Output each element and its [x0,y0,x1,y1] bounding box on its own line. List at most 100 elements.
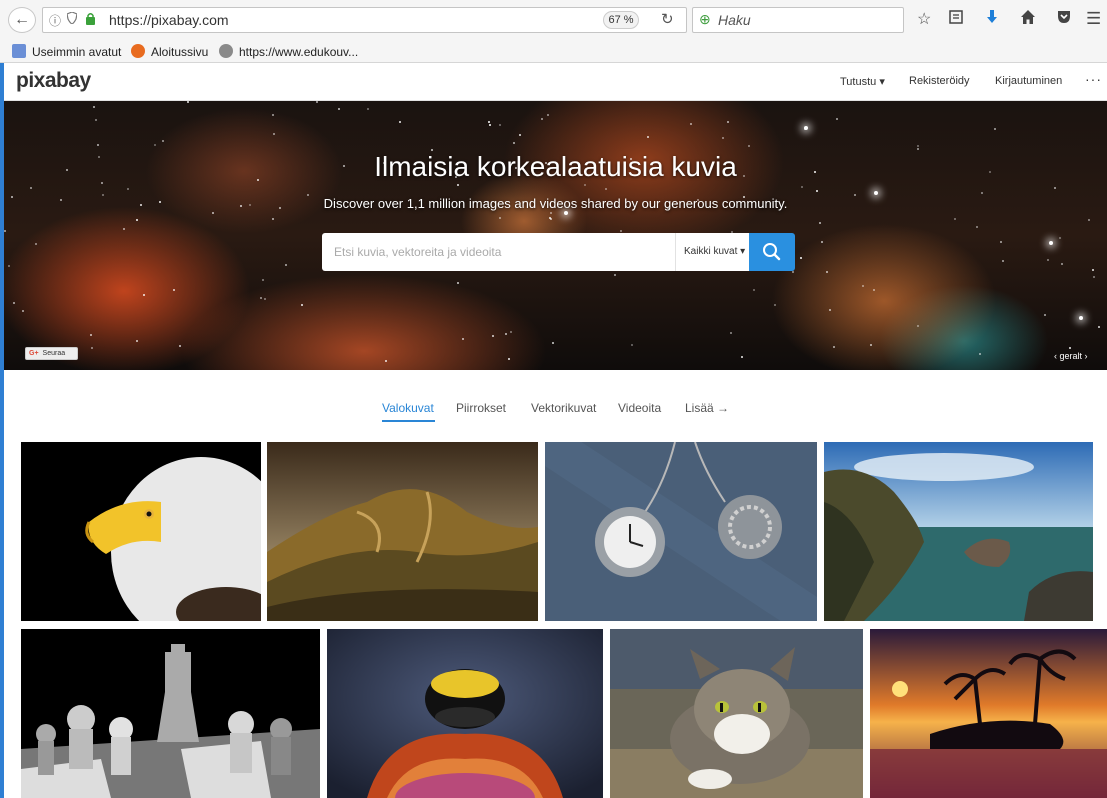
star-dot [260,297,262,299]
star-dot [272,218,274,220]
photo-hills[interactable] [267,442,538,621]
home-icon[interactable] [1020,9,1036,30]
image-search-input[interactable] [322,233,675,271]
pocket-icon[interactable] [1056,9,1072,30]
photo-pocket-watches[interactable] [545,442,817,621]
nav-login[interactable]: Kirjautuminen [995,75,1062,87]
bookmark-start-page[interactable]: Aloitussivu [131,44,208,59]
star-dot [1044,314,1046,316]
bookmark-edukouvola[interactable]: https://www.edukouv... [219,44,358,59]
tab-photos[interactable]: Valokuvat [382,401,434,415]
star-dot [272,114,274,116]
star-dot [35,243,37,245]
tracking-shield-icon[interactable] [66,11,78,27]
star-dot [552,342,554,344]
browser-search-bar[interactable]: ⊕ Haku [692,7,904,33]
star-dot [264,298,266,300]
hero-banner: Ilmaisia korkealaatuisia kuvia Discover … [4,101,1107,370]
hamburger-menu-icon[interactable]: ☰ [1086,9,1101,29]
photo-eagle[interactable] [21,442,261,621]
tab-vectors[interactable]: Vektorikuvat [531,401,596,415]
bookmark-most-visited[interactable]: Useimmin avatut [12,44,121,59]
star-dot [819,222,821,224]
star-dot [550,212,552,214]
photo-chess[interactable] [21,629,320,798]
reload-icon[interactable]: ↻ [661,10,674,28]
star-dot [492,335,494,337]
star-dot [1047,259,1049,261]
url-text[interactable]: https://pixabay.com [109,12,229,28]
image-search-form: Kaikki kuvat ▾ [322,233,795,271]
star-dot [741,356,743,358]
star-dot [22,310,24,312]
photo-cat[interactable] [610,629,863,798]
star-dot [1000,241,1002,243]
browser-search-placeholder: Haku [718,12,751,28]
nav-register[interactable]: Rekisteröidy [909,75,970,87]
reading-list-icon[interactable] [948,9,964,30]
star-dot [136,340,138,342]
photo-bumblebee[interactable] [327,629,603,798]
pixabay-logo[interactable]: pixabay [16,69,91,93]
star-dot [462,338,464,340]
bright-star [804,126,808,130]
star-dot [489,124,491,126]
star-dot [399,121,401,123]
star-dot [792,271,794,273]
tab-videos[interactable]: Videoita [618,401,661,415]
star-dot [870,344,872,346]
bright-star [1079,316,1083,320]
star-dot [273,133,275,135]
zoom-level-badge[interactable]: 67 % [603,11,639,29]
photo-tropical-sunset[interactable] [870,629,1107,798]
star-dot [127,188,129,190]
search-engine-icon[interactable]: ⊕ [699,11,711,28]
bookmark-folder-icon [12,44,26,58]
star-dot [1098,326,1100,328]
star-dot [143,294,145,296]
star-dot [499,124,501,126]
google-plus-follow-button[interactable]: G+ Seuraa [25,347,78,360]
magnifier-icon [763,243,781,261]
star-dot [499,217,501,219]
star-dot [605,188,607,190]
star-dot [505,333,507,335]
star-dot [4,230,6,232]
star-dot [873,289,875,291]
star-dot [976,226,978,228]
star-dot [748,145,750,147]
download-icon[interactable] [984,9,1000,30]
media-type-select[interactable]: Kaikki kuvat ▾ [675,233,749,271]
browser-toolbar: ← ⓘ https://pixabay.com 67 % ↻ ⊕ Haku ☆ [0,0,1107,40]
media-category-tabs: Valokuvat Piirrokset Vektorikuvat Videoi… [4,398,1107,424]
star-dot [212,212,214,214]
star-dot [316,101,318,103]
padlock-icon[interactable] [85,12,96,28]
photo-coast[interactable] [824,442,1093,621]
star-dot [367,108,369,110]
nav-explore[interactable]: Tutustu ▾ [840,75,885,88]
star-dot [488,121,490,123]
image-credit[interactable]: ‹ geralt › [1054,351,1088,361]
tab-more[interactable]: Lisää → [685,401,729,415]
star-dot [816,190,818,192]
star-dot [547,114,549,116]
star-dot [187,101,189,103]
star-dot [162,140,164,142]
bright-star [1049,241,1053,245]
back-button[interactable]: ← [8,7,36,33]
star-dot [457,282,459,284]
site-header: pixabay Tutustu ▾ Rekisteröidy Kirjautum… [4,63,1107,101]
search-button[interactable] [749,233,795,271]
hero-title: Ilmaisia korkealaatuisia kuvia [374,151,737,182]
firefox-icon [131,44,145,58]
star-bookmark-icon[interactable]: ☆ [917,9,931,29]
star-dot [584,184,586,186]
star-dot [690,123,692,125]
tab-illustrations[interactable]: Piirrokset [456,401,506,415]
star-dot [95,119,97,121]
info-icon[interactable]: ⓘ [49,12,61,29]
star-dot [722,137,724,139]
more-menu-icon[interactable]: ··· [1085,71,1102,87]
address-bar[interactable]: ⓘ https://pixabay.com 67 % ↻ [42,7,687,33]
